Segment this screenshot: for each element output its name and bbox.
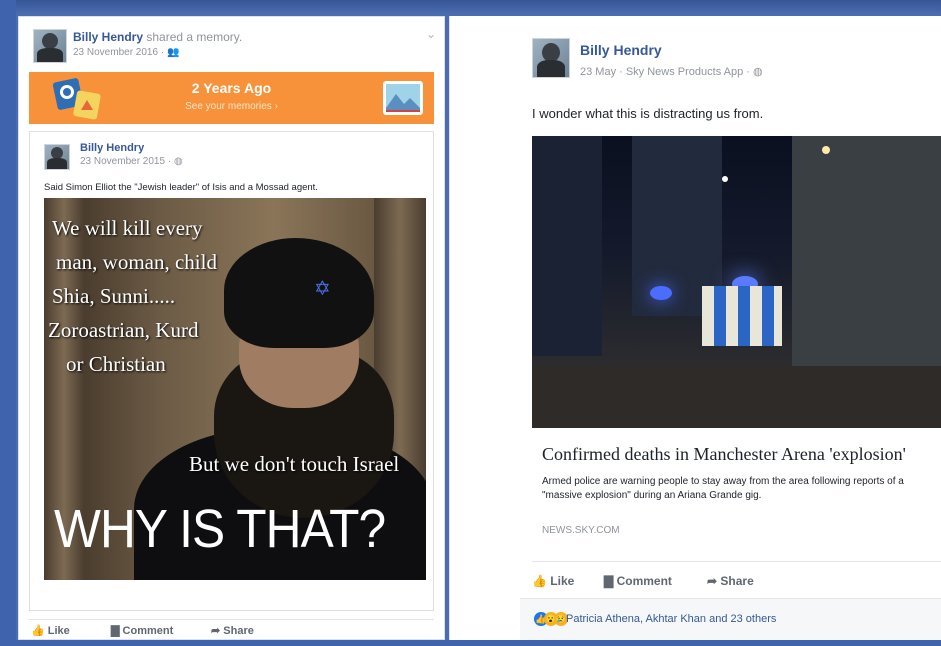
see-memories-link[interactable]: See your memories › — [29, 101, 434, 112]
post-text: Said Simon Elliot the "Jewish leader" of… — [44, 182, 318, 193]
memory-landscape-illustration-icon — [383, 81, 423, 115]
post-header: Billy Hendry shared a memory. — [73, 30, 242, 44]
author-name-link[interactable]: Billy Hendry — [580, 42, 662, 58]
thumbs-up-icon: 👍 — [31, 625, 45, 637]
link-description: Armed police are warning people to stay … — [542, 475, 941, 503]
comment-label: Comment — [122, 625, 174, 637]
shared-original-post: Billy Hendry 23 November 2015 · ◍ Said S… — [29, 131, 434, 611]
post-action-bar: 👍 Like ▇ Comment ➦ Share — [29, 619, 434, 639]
window-frame-bottom — [0, 640, 941, 646]
link-description-line: Armed police are warning people to stay … — [542, 476, 904, 487]
reactions-summary-link[interactable]: Patricia Athena, Akhtar Khan and 23 othe… — [566, 613, 776, 625]
author-avatar[interactable] — [44, 144, 70, 170]
globe-icon: ◍ — [753, 66, 763, 78]
link-preview-image[interactable] — [532, 136, 941, 428]
meme-text-line: We will kill every — [52, 216, 203, 240]
share-label: Share — [720, 574, 754, 588]
post-timestamp[interactable]: 23 May · Sky News Products App · ◍ — [580, 65, 763, 78]
memory-post-card: Billy Hendry shared a memory. 23 Novembe… — [18, 16, 445, 640]
link-title[interactable]: Confirmed deaths in Manchester Arena 'ex… — [542, 444, 906, 465]
globe-icon: ◍ — [173, 156, 183, 167]
meme-text-line: Zoroastrian, Kurd — [48, 318, 199, 342]
post-action-bar: 👍 Like ▇ Comment ➦ Share — [532, 561, 941, 597]
post-date-text: 23 November 2016 · — [73, 47, 167, 58]
like-label: Like — [550, 574, 575, 588]
like-button[interactable]: 👍 Like — [31, 624, 70, 637]
link-domain: NEWS.SKY.COM — [542, 525, 620, 536]
meme-image[interactable]: ✡ We will kill every man, woman, child S… — [44, 198, 426, 580]
news-post-card: Billy Hendry 23 May · Sky News Products … — [449, 16, 941, 640]
comment-button[interactable]: ▇ Comment — [111, 624, 173, 637]
share-button[interactable]: ➦ Share — [211, 624, 254, 637]
memory-banner-title: 2 Years Ago — [191, 80, 272, 96]
meme-text-line: or Christian — [66, 352, 166, 376]
post-text: I wonder what this is distracting us fro… — [532, 106, 764, 121]
post-timestamp[interactable]: 23 November 2016 · 👥 — [73, 47, 179, 58]
share-label: Share — [223, 625, 254, 637]
window-frame-left — [0, 0, 16, 646]
reactions-bar[interactable]: 👍 😮 😢 Patricia Athena, Akhtar Khan and 2… — [520, 598, 941, 640]
post-action-text: shared a memory. — [146, 30, 243, 44]
comment-label: Comment — [616, 574, 672, 588]
link-description-line: "massive explosion" during an Ariana Gra… — [542, 490, 762, 501]
meme-headline: WHY IS THAT? — [54, 499, 386, 559]
post-date-text: 23 November 2015 · — [80, 156, 174, 167]
meme-text-line: But we don't touch Israel — [189, 452, 400, 476]
author-name-link[interactable]: Billy Hendry — [73, 30, 143, 44]
comment-icon: ▇ — [604, 574, 614, 588]
author-avatar[interactable] — [33, 29, 67, 63]
comment-button[interactable]: ▇ Comment — [604, 574, 672, 588]
share-arrow-icon: ➦ — [707, 574, 718, 588]
post-timestamp[interactable]: 23 November 2015 · ◍ — [80, 156, 183, 167]
meme-text-line: man, woman, child — [56, 250, 217, 274]
like-label: Like — [47, 625, 70, 637]
meme-text-line: Shia, Sunni..... — [52, 284, 176, 308]
thumbs-up-icon: 👍 — [532, 574, 547, 588]
window-frame-top — [0, 0, 941, 14]
comment-icon: ▇ — [111, 625, 120, 637]
memories-banner[interactable]: 2 Years Ago See your memories › — [29, 72, 434, 124]
friends-icon: 👥 — [166, 47, 180, 58]
like-button[interactable]: 👍 Like — [532, 574, 574, 588]
author-name-link[interactable]: Billy Hendry — [80, 142, 144, 154]
share-button[interactable]: ➦ Share — [707, 574, 754, 588]
chevron-down-icon[interactable]: ⌄ — [426, 27, 436, 41]
author-avatar[interactable] — [532, 38, 570, 78]
share-arrow-icon: ➦ — [211, 625, 221, 637]
star-of-david-icon: ✡ — [314, 278, 331, 300]
post-date-text: 23 May · Sky News Products App · — [580, 66, 754, 78]
